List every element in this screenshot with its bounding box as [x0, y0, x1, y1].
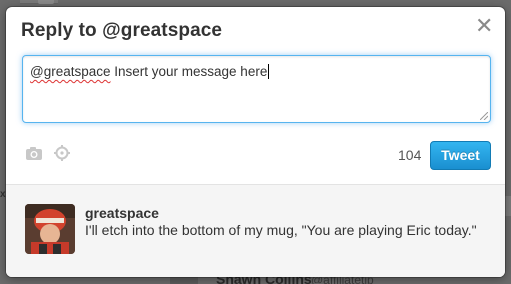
compose-text: @greatspace Insert your message here — [30, 64, 270, 79]
tweet-button[interactable]: Tweet — [430, 141, 491, 170]
background-badge — [38, 0, 54, 4]
original-tweet: greatspace I'll etch into the bottom of … — [6, 184, 505, 277]
text-caret — [268, 64, 270, 79]
compose-mention: @greatspace — [30, 64, 111, 79]
tweet-compose-textarea[interactable]: @greatspace Insert your message here — [22, 55, 491, 123]
dialog-title: Reply to @greatspace — [21, 20, 223, 41]
avatar — [25, 204, 75, 254]
compose-message: Insert your message here — [110, 64, 268, 79]
original-tweet-user[interactable]: greatspace — [85, 205, 159, 221]
resize-grip-icon[interactable] — [480, 112, 488, 120]
camera-icon[interactable] — [25, 145, 43, 161]
reply-dialog: Reply to @greatspace ✕ @greatspace Inser… — [6, 7, 505, 277]
dialog-header: Reply to @greatspace ✕ — [6, 7, 505, 51]
original-tweet-text: I'll etch into the bottom of my mug, "Yo… — [85, 222, 477, 238]
character-counter: 104 — [398, 147, 422, 163]
location-icon[interactable] — [53, 145, 71, 161]
close-icon[interactable]: ✕ — [475, 15, 493, 37]
